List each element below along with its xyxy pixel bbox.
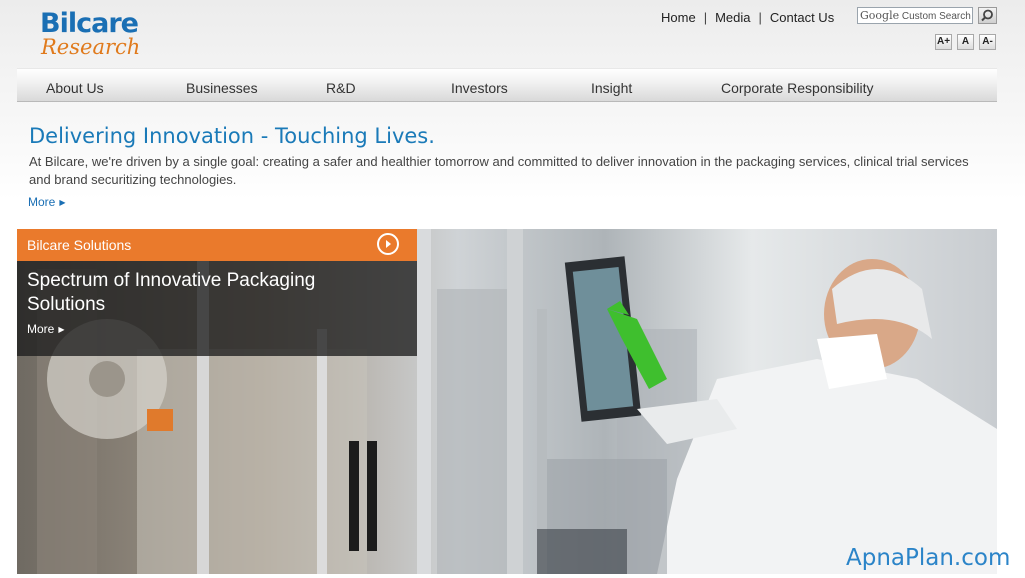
search-placeholder-suffix: Custom Search	[901, 11, 971, 22]
contact-us-link[interactable]: Contact Us	[770, 10, 834, 25]
arrow-right-icon: ▶	[59, 198, 66, 207]
intro-more-label: More	[28, 195, 56, 209]
arrow-right-icon: ▶	[58, 325, 65, 334]
solutions-category-label: Bilcare Solutions	[27, 237, 132, 253]
solutions-more-link[interactable]: More ▶	[27, 322, 65, 336]
separator: |	[758, 10, 762, 25]
media-link[interactable]: Media	[715, 10, 750, 25]
home-link[interactable]: Home	[661, 10, 696, 25]
solutions-bar[interactable]: Bilcare Solutions	[17, 229, 417, 261]
search-input[interactable]: Google Custom Search	[857, 7, 973, 24]
nav-r-and-d[interactable]: R&D	[326, 80, 356, 96]
search-button[interactable]	[978, 7, 997, 24]
search-icon	[981, 9, 993, 22]
nav-insight[interactable]: Insight	[591, 80, 632, 96]
font-normal-button[interactable]: A	[957, 34, 974, 50]
logo-wordmark-bottom: Research	[41, 35, 141, 59]
top-links: Home | Media | Contact Us	[661, 10, 834, 25]
nav-corporate-responsibility[interactable]: Corporate Responsibility	[721, 80, 874, 96]
next-arrow-icon[interactable]	[377, 233, 399, 255]
page-headline: Delivering Innovation - Touching Lives.	[29, 124, 435, 148]
watermark-text: ApnaPlan.com	[846, 545, 1011, 571]
intro-more-link[interactable]: More ▶	[28, 195, 66, 209]
nav-about-us[interactable]: About Us	[46, 80, 104, 96]
separator: |	[703, 10, 708, 25]
font-increase-button[interactable]: A+	[935, 34, 952, 50]
bilcare-logo[interactable]: Bilcare Research	[40, 8, 170, 60]
hero-banner: Bilcare Solutions Spectrum of Innovative…	[17, 229, 997, 574]
font-decrease-button[interactable]: A-	[979, 34, 996, 50]
google-logo-text: Google	[860, 9, 900, 22]
solutions-more-label: More	[27, 322, 55, 336]
solutions-heading: Spectrum of Innovative Packaging Solutio…	[27, 270, 316, 315]
main-nav: About Us Businesses R&D Investors Insigh…	[17, 68, 997, 102]
intro-text: At Bilcare, we're driven by a single goa…	[29, 154, 969, 187]
solutions-panel: Spectrum of Innovative Packaging Solutio…	[17, 261, 417, 356]
nav-businesses[interactable]: Businesses	[186, 80, 258, 96]
nav-investors[interactable]: Investors	[451, 80, 508, 96]
